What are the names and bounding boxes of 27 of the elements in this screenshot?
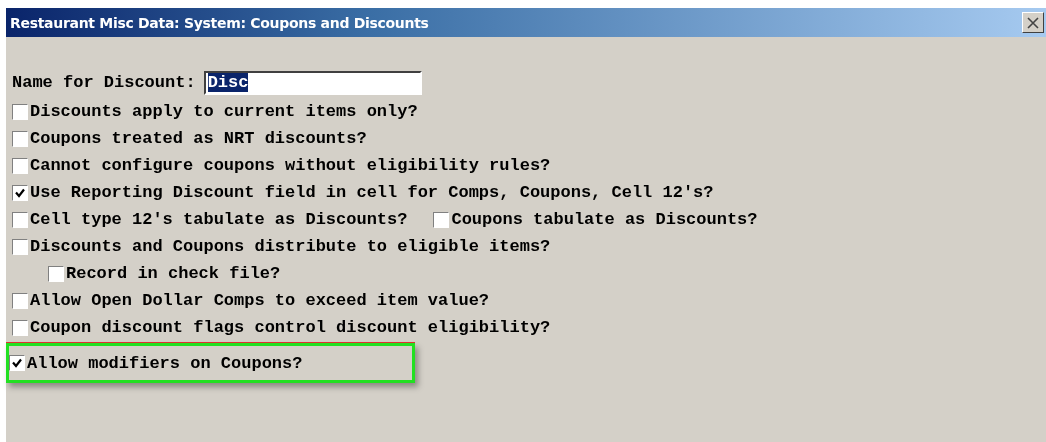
checkbox-label: Coupon discount flags control discount eligibility? xyxy=(30,318,551,337)
window-title: Restaurant Misc Data: System: Coupons and Discounts xyxy=(10,14,429,31)
checkbox-label: Discounts and Coupons distribute to eligible items? xyxy=(30,237,551,256)
checkbox-label: Cell type 12's tabulate as Discounts? xyxy=(30,210,408,229)
checkbox[interactable] xyxy=(12,157,28,174)
close-icon xyxy=(1027,16,1039,29)
checkbox[interactable] xyxy=(9,355,25,371)
field-label: Name for Discount: xyxy=(12,73,196,92)
checkbox[interactable] xyxy=(12,130,28,147)
checkbox[interactable] xyxy=(12,238,28,255)
checkbox[interactable] xyxy=(12,103,28,120)
checkbox[interactable] xyxy=(12,319,28,336)
checkbox-label: Coupons tabulate as Discounts? xyxy=(451,210,758,229)
checkbox-label: Use Reporting Discount field in cell for Comps, Coupons, Cell 12's? xyxy=(30,183,714,202)
checkbox[interactable] xyxy=(12,211,28,228)
checkbox[interactable] xyxy=(433,211,450,228)
checkbox-label: Allow modifiers on Coupons? xyxy=(27,353,303,373)
checkbox-label: Record in check file? xyxy=(66,264,281,283)
checkbox-label: Cannot configure coupons without eligibility rules? xyxy=(30,156,551,175)
checkbox[interactable] xyxy=(48,265,64,282)
name-input-field[interactable]: Disc xyxy=(203,70,422,95)
checkbox-label: Coupons treated as NRT discounts? xyxy=(30,129,367,148)
checkbox[interactable] xyxy=(12,292,28,309)
checkbox[interactable] xyxy=(12,184,28,201)
close-button[interactable] xyxy=(1022,12,1044,33)
checkbox-label: Discounts apply to current items only? xyxy=(30,102,418,121)
checkbox-label: Allow Open Dollar Comps to exceed item value? xyxy=(30,291,490,310)
